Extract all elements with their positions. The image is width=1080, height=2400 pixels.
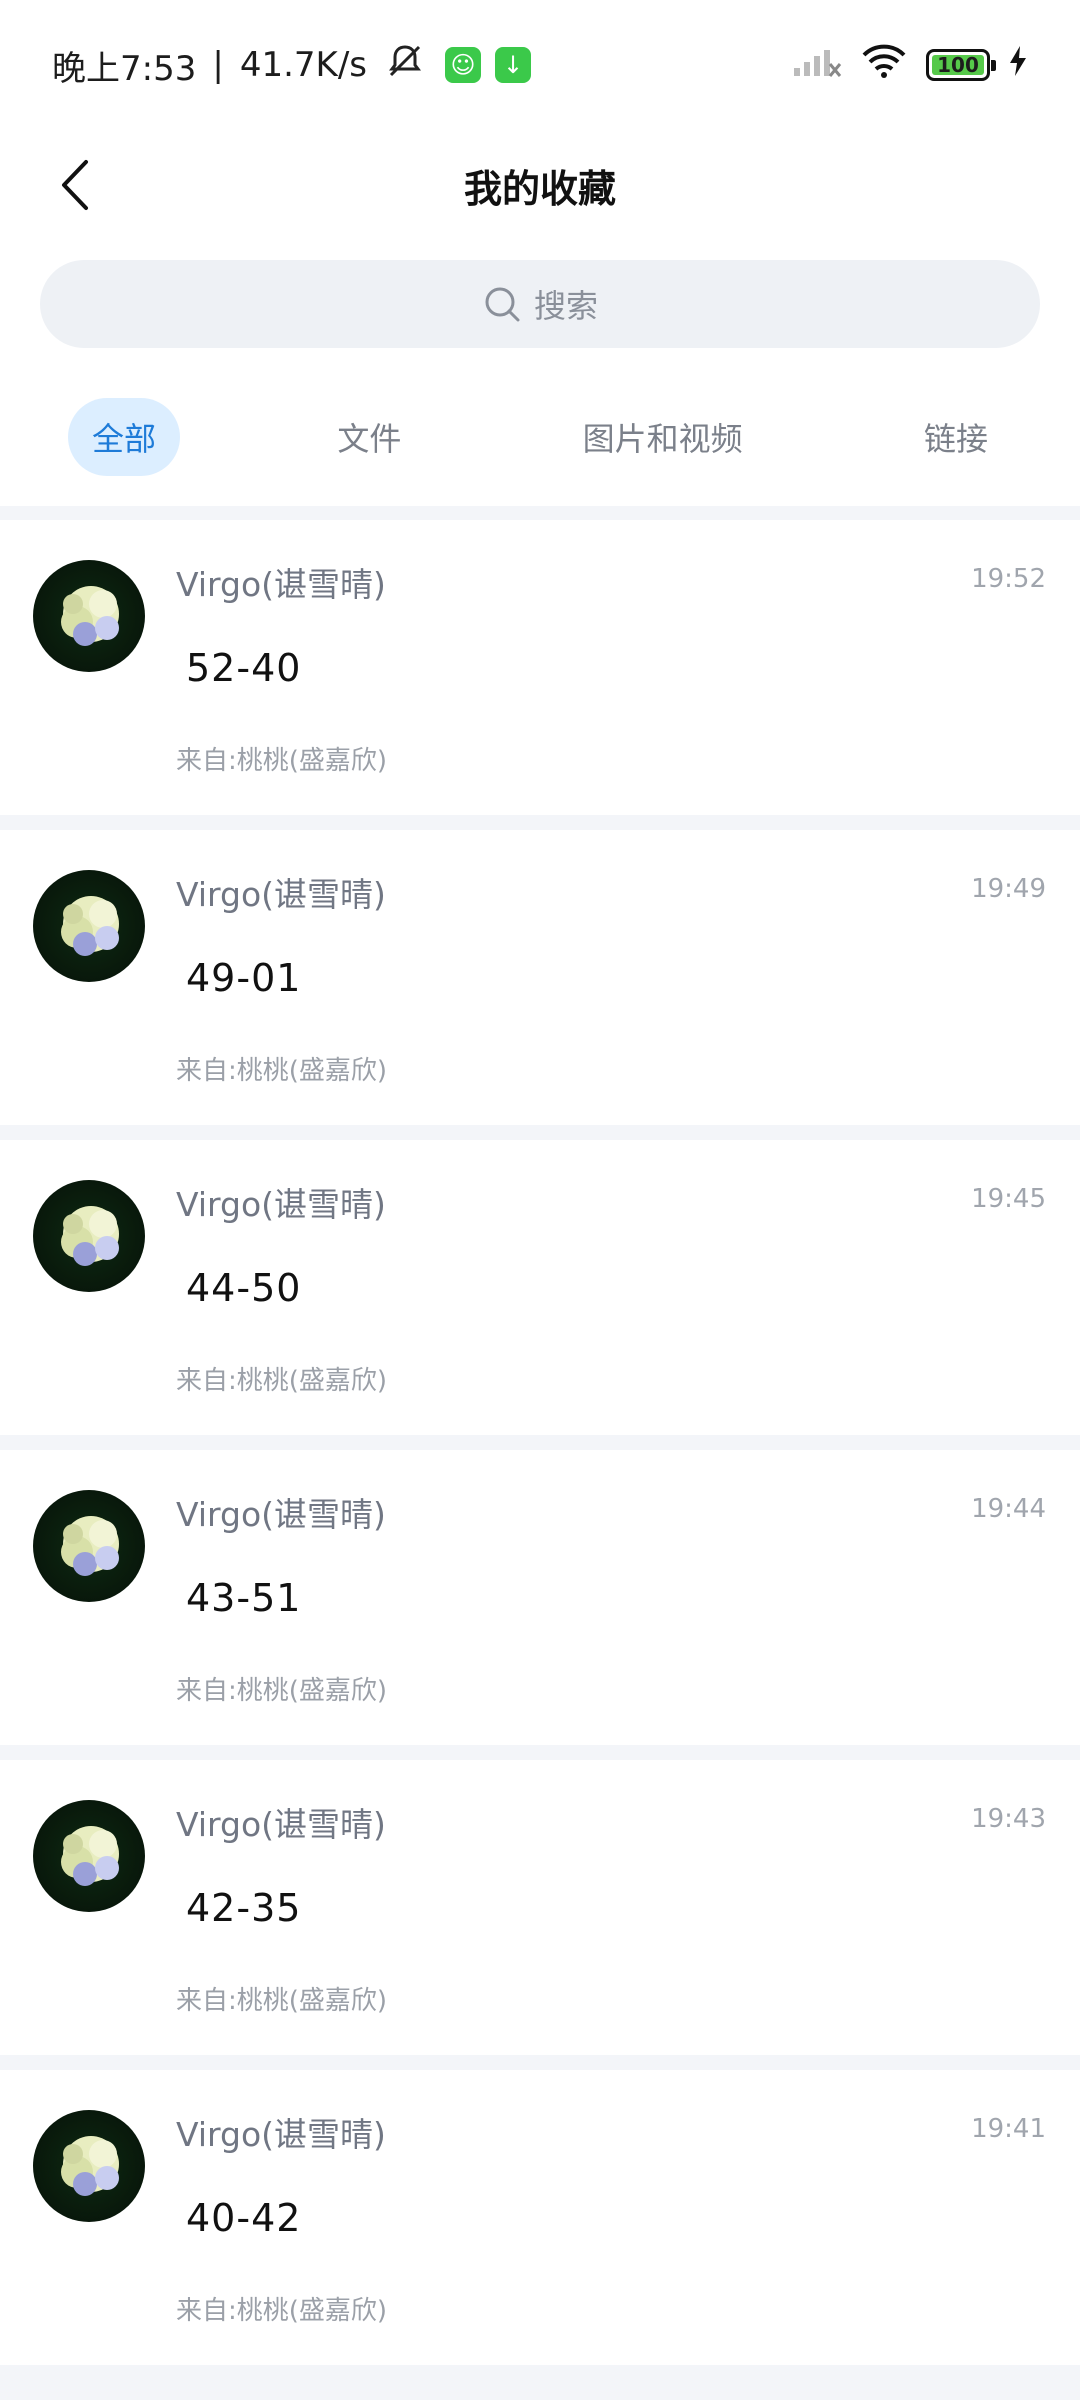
cat-app-icon: ☺ bbox=[445, 47, 481, 83]
status-left: 晚上7:53 | 41.7K/s ☺ ↓ bbox=[52, 41, 531, 90]
list-item[interactable]: Virgo(谌雪晴) 19:45 44-50 来自:桃桃(盛嘉欣) bbox=[0, 1140, 1080, 1435]
message-content: 40-42 bbox=[186, 2196, 302, 2240]
message-content: 49-01 bbox=[186, 956, 302, 1000]
tab-links[interactable]: 链接 bbox=[900, 398, 1012, 476]
status-bar: 晚上7:53 | 41.7K/s ☺ ↓ 100 bbox=[0, 0, 1080, 130]
source-label: 来自:桃桃(盛嘉欣) bbox=[176, 2296, 388, 2326]
list-item[interactable]: Virgo(谌雪晴) 19:52 52-40 来自:桃桃(盛嘉欣) bbox=[0, 520, 1080, 815]
battery-icon: 100 bbox=[926, 49, 996, 81]
charging-icon bbox=[1008, 44, 1028, 87]
favorites-list: Virgo(谌雪晴) 19:52 52-40 来自:桃桃(盛嘉欣) Virgo(… bbox=[0, 520, 1080, 2380]
search-icon bbox=[485, 287, 520, 322]
header: 我的收藏 bbox=[0, 130, 1080, 240]
source-label: 来自:桃桃(盛嘉欣) bbox=[176, 1676, 388, 1706]
chevron-left-icon bbox=[62, 160, 88, 210]
list-item[interactable]: Virgo(谌雪晴) 19:43 42-35 来自:桃桃(盛嘉欣) bbox=[0, 1760, 1080, 2055]
sender-name: Virgo(谌雪晴) bbox=[176, 565, 386, 604]
message-content: 42-35 bbox=[186, 1886, 302, 1930]
source-label: 来自:桃桃(盛嘉欣) bbox=[176, 1056, 388, 1086]
message-content: 52-40 bbox=[186, 646, 302, 690]
timestamp: 19:43 bbox=[971, 1804, 1046, 1834]
sender-name: Virgo(谌雪晴) bbox=[176, 1495, 386, 1534]
list-item[interactable]: Virgo(谌雪晴) 19:41 40-42 来自:桃桃(盛嘉欣) bbox=[0, 2070, 1080, 2365]
tab-files[interactable]: 文件 bbox=[313, 398, 425, 476]
list-item[interactable]: Virgo(谌雪晴) 19:44 43-51 来自:桃桃(盛嘉欣) bbox=[0, 1450, 1080, 1745]
avatar bbox=[33, 870, 145, 982]
timestamp: 19:52 bbox=[971, 564, 1046, 594]
status-separator: | bbox=[212, 45, 224, 85]
avatar bbox=[33, 1490, 145, 1602]
avatar bbox=[33, 560, 145, 672]
wifi-icon bbox=[860, 43, 908, 88]
sender-name: Virgo(谌雪晴) bbox=[176, 1185, 386, 1224]
message-content: 44-50 bbox=[186, 1266, 302, 1310]
sender-name: Virgo(谌雪晴) bbox=[176, 875, 386, 914]
back-button[interactable] bbox=[40, 150, 110, 220]
search-area: 搜索 bbox=[0, 240, 1080, 368]
tab-images-videos[interactable]: 图片和视频 bbox=[559, 398, 767, 476]
search-input[interactable]: 搜索 bbox=[40, 260, 1040, 348]
source-label: 来自:桃桃(盛嘉欣) bbox=[176, 1986, 388, 2016]
download-icon: ↓ bbox=[495, 47, 531, 83]
timestamp: 19:49 bbox=[971, 874, 1046, 904]
sender-name: Virgo(谌雪晴) bbox=[176, 1805, 386, 1844]
avatar bbox=[33, 1180, 145, 1292]
status-right: 100 bbox=[792, 43, 1028, 88]
tab-all[interactable]: 全部 bbox=[68, 398, 181, 476]
battery-level: 100 bbox=[937, 53, 979, 77]
timestamp: 19:44 bbox=[971, 1494, 1046, 1524]
timestamp: 19:41 bbox=[971, 2114, 1046, 2144]
page-title: 我的收藏 bbox=[463, 166, 616, 211]
network-speed: 41.7K/s bbox=[239, 45, 367, 85]
mute-bell-icon bbox=[385, 41, 425, 90]
status-time: 晚上7:53 bbox=[52, 48, 197, 89]
avatar bbox=[33, 2110, 145, 2222]
list-item[interactable]: Virgo(谌雪晴) 19:49 49-01 来自:桃桃(盛嘉欣) bbox=[0, 830, 1080, 1125]
source-label: 来自:桃桃(盛嘉欣) bbox=[176, 1366, 388, 1396]
sender-name: Virgo(谌雪晴) bbox=[176, 2115, 386, 2154]
timestamp: 19:45 bbox=[971, 1184, 1046, 1214]
avatar bbox=[33, 1800, 145, 1912]
filter-tabs: 全部 文件 图片和视频 链接 bbox=[0, 368, 1080, 506]
signal-icon bbox=[792, 44, 842, 87]
source-label: 来自:桃桃(盛嘉欣) bbox=[176, 746, 388, 776]
message-content: 43-51 bbox=[186, 1576, 302, 1620]
search-placeholder: 搜索 bbox=[533, 287, 598, 325]
